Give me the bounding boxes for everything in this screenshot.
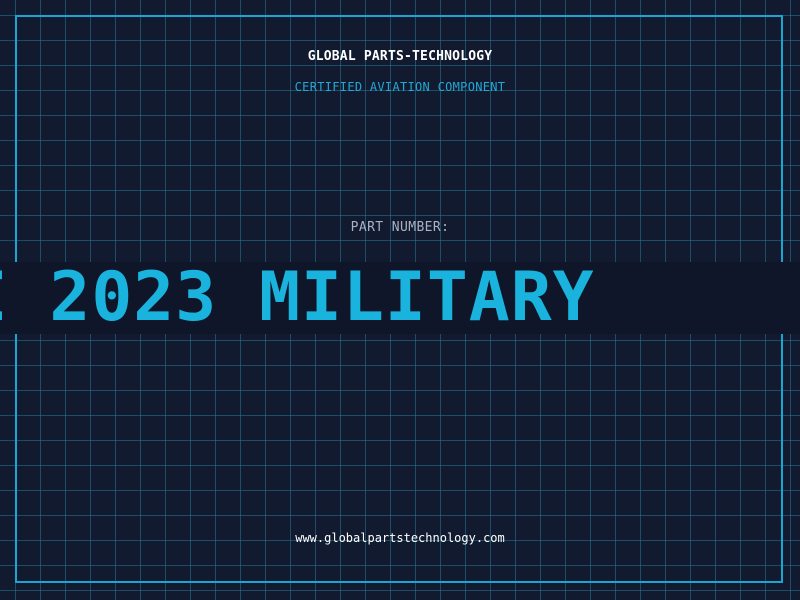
- company-name: GLOBAL PARTS-TECHNOLOGY: [307, 49, 493, 64]
- part-number-label: PART NUMBER:: [350, 220, 450, 235]
- part-number-ticker: ADVENTURE 2023 MILITARY: [0, 262, 800, 334]
- certification-tagline: CERTIFIED AVIATION COMPONENT: [294, 80, 506, 94]
- website-link[interactable]: www.globalpartstechnology.com: [0, 531, 800, 545]
- part-number-value: ADVENTURE 2023 MILITARY: [0, 262, 595, 334]
- certificate-card: GLOBAL PARTS-TECHNOLOGY CERTIFIED AVIATI…: [0, 0, 800, 600]
